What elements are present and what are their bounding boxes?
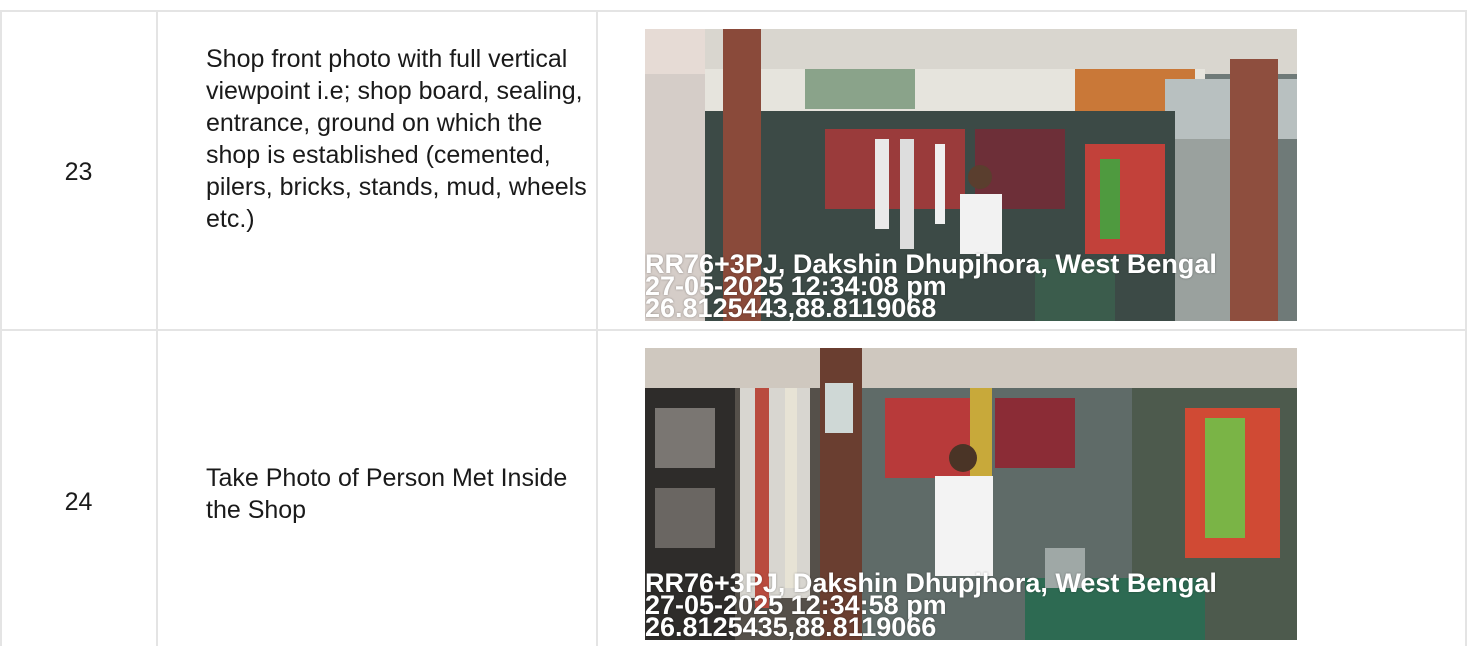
table-top-border [0, 10, 1467, 12]
inspection-table: 23 Shop front photo with full vertical v… [0, 0, 1467, 646]
photo-geotag: RR76+3PJ, Dakshin Dhupjhora, West Bengal… [645, 251, 1217, 322]
shop-front-photo: RR76+3PJ, Dakshin Dhupjhora, West Bengal… [645, 29, 1297, 321]
geotag-coords: 26.8125435,88.8119066 [645, 612, 937, 641]
row-divider [0, 329, 1467, 331]
person-met-photo: RR76+3PJ, Dakshin Dhupjhora, West Bengal… [645, 348, 1297, 640]
row-number: 24 [64, 488, 93, 516]
table-left-border [0, 10, 2, 646]
photo-geotag: RR76+3PJ, Dakshin Dhupjhora, West Bengal… [645, 570, 1217, 641]
row-description: Shop front photo with full vertical view… [206, 45, 587, 233]
column-divider [596, 10, 598, 646]
row-description: Take Photo of Person Met Inside the Shop [206, 464, 568, 524]
row-number: 23 [64, 158, 93, 186]
geotag-coords: 26.8125443,88.8119068 [645, 293, 937, 322]
column-divider [156, 10, 158, 646]
